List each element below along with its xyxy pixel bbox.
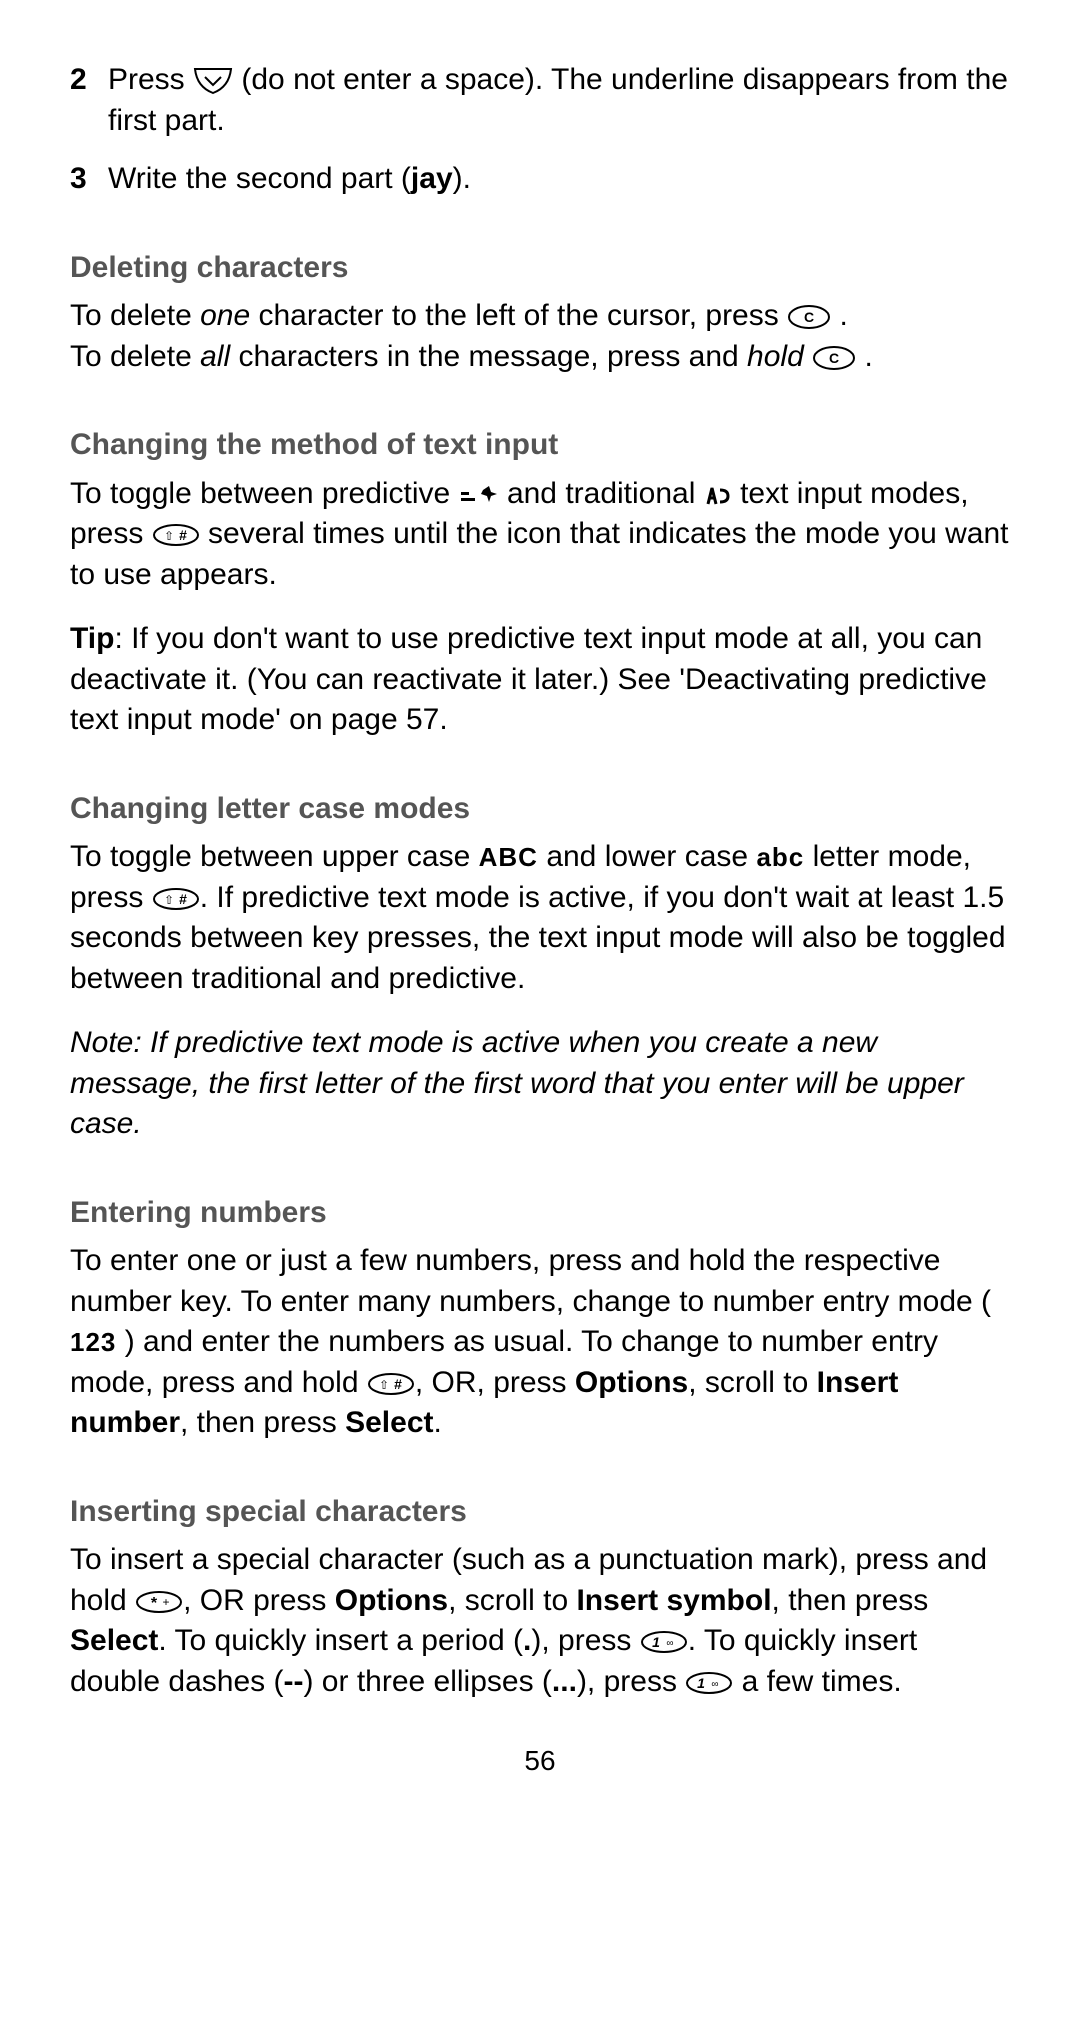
star-key-icon: * +: [135, 1590, 183, 1614]
svg-text:#: #: [179, 891, 187, 907]
svg-text:+: +: [163, 1595, 170, 1609]
one-key-icon: 1 ∞: [685, 1671, 733, 1695]
svg-text:∞: ∞: [712, 1679, 719, 1690]
svg-text:1: 1: [652, 1634, 660, 1650]
entering-numbers-body: To enter one or just a few numbers, pres…: [70, 1241, 1010, 1444]
step-number-3: 3: [70, 159, 108, 200]
step-2-text: Press (do not enter a space). The underl…: [108, 60, 1010, 141]
page-number: 56: [70, 1742, 1010, 1780]
svg-text:#: #: [179, 527, 187, 543]
step-number-2: 2: [70, 60, 108, 141]
clear-key-icon: C: [812, 345, 856, 371]
svg-text:*: *: [151, 1595, 158, 1612]
heading-changing-method: Changing the method of text input: [70, 425, 1010, 466]
hash-key-icon: ⇧ #: [152, 887, 200, 911]
lowercase-mode-icon: abc: [756, 842, 804, 872]
svg-text:#: #: [394, 1376, 402, 1392]
hash-key-icon: ⇧ #: [152, 523, 200, 547]
clear-key-icon: C: [787, 304, 831, 330]
heading-letter-case: Changing letter case modes: [70, 789, 1010, 830]
uppercase-mode-icon: ABC: [479, 842, 538, 872]
one-key-icon: 1 ∞: [640, 1630, 688, 1654]
heading-entering-numbers: Entering numbers: [70, 1193, 1010, 1234]
changing-method-body: To toggle between predictive and traditi…: [70, 474, 1010, 596]
svg-text:⇧: ⇧: [164, 529, 174, 543]
changing-method-tip: Tip: If you don't want to use predictive…: [70, 619, 1010, 741]
deleting-characters-body: To delete one character to the left of t…: [70, 296, 1010, 377]
svg-text:⇧: ⇧: [164, 893, 174, 907]
traditional-mode-icon: [704, 484, 732, 506]
letter-case-note: Note: If predictive text mode is active …: [70, 1023, 1010, 1145]
svg-text:∞: ∞: [666, 1638, 673, 1649]
svg-text:C: C: [804, 309, 814, 325]
manual-page: 2 Press (do not enter a space). The unde…: [0, 0, 1080, 1820]
hash-key-icon: ⇧ #: [367, 1372, 415, 1396]
special-characters-body: To insert a special character (such as a…: [70, 1540, 1010, 1702]
heading-deleting-characters: Deleting characters: [70, 248, 1010, 289]
svg-text:C: C: [829, 350, 839, 366]
svg-text:1: 1: [697, 1675, 705, 1691]
number-mode-icon: 123: [70, 1327, 116, 1357]
svg-text:⇧: ⇧: [379, 1378, 389, 1392]
letter-case-body: To toggle between upper case ABC and low…: [70, 837, 1010, 999]
step-3-text: Write the second part (jay).: [108, 159, 471, 200]
predictive-mode-icon: [459, 484, 499, 506]
scroll-down-key-icon: [193, 67, 233, 95]
heading-special-characters: Inserting special characters: [70, 1492, 1010, 1533]
